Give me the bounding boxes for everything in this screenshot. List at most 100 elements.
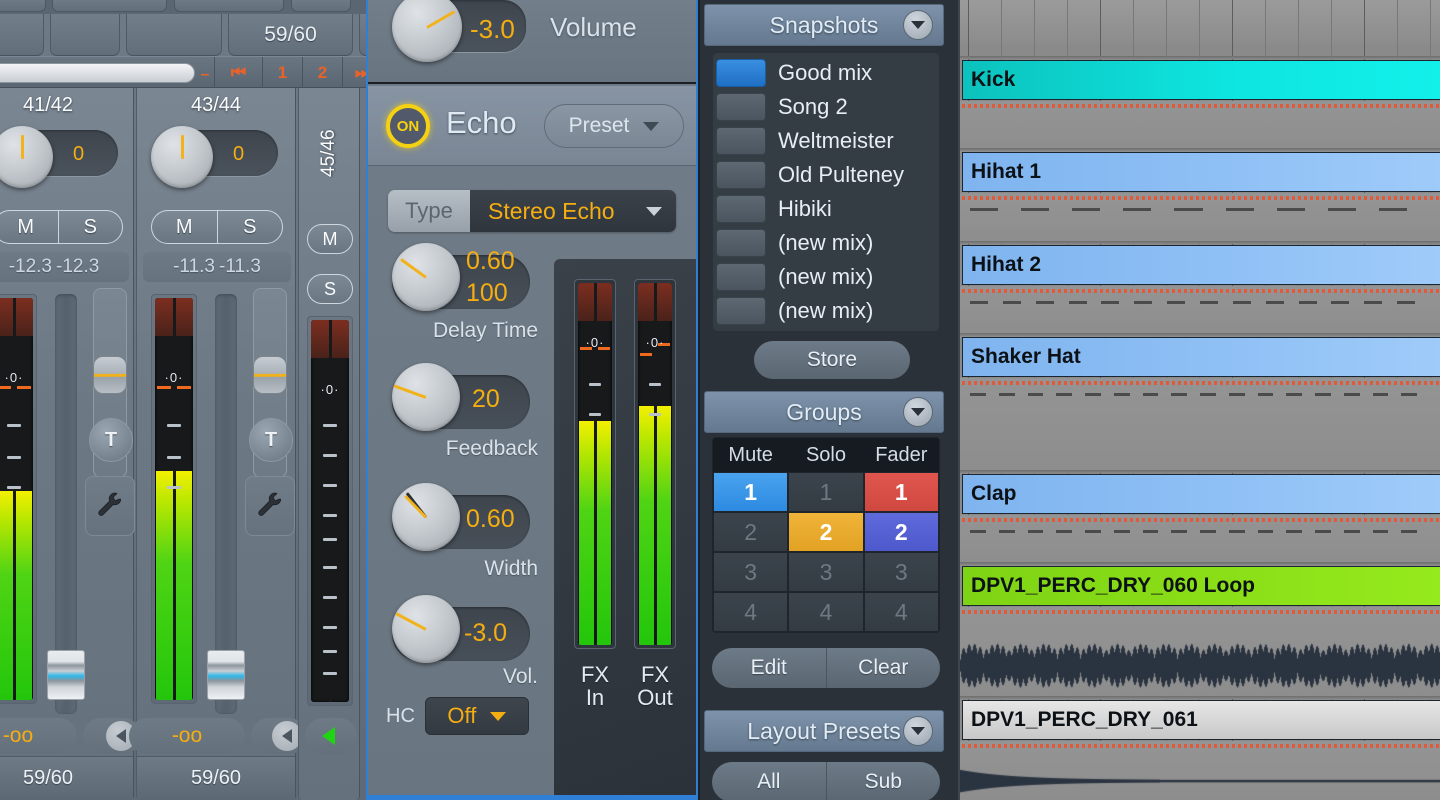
solo-button[interactable]: S (307, 274, 353, 304)
list-item[interactable]: (new mix) (716, 294, 936, 328)
snapshot-switch[interactable] (716, 263, 766, 291)
mixer-top-button[interactable] (52, 0, 167, 12)
edit-button[interactable]: Edit (712, 648, 826, 688)
list-item[interactable]: Weltmeister (716, 124, 936, 158)
strip-mute-solo[interactable]: M S (151, 210, 283, 244)
mixer-io-cell[interactable] (0, 14, 44, 56)
clear-button[interactable]: Clear (826, 648, 941, 688)
snapshots-header[interactable]: Snapshots (704, 4, 944, 46)
playlist-track[interactable]: DPV1_PERC_DRY_061 (960, 700, 1440, 800)
list-item[interactable]: Good mix (716, 56, 936, 90)
snapshot-switch[interactable] (716, 229, 766, 257)
group-solo-1[interactable]: 1 (788, 472, 863, 512)
width-knob[interactable] (392, 483, 460, 551)
group-mute-2[interactable]: 2 (713, 512, 788, 552)
group-mute-1[interactable]: 1 (713, 472, 788, 512)
tool-t-button[interactable]: T (249, 418, 293, 462)
mixer-top-button[interactable] (291, 0, 351, 12)
mixer-strip-43-44[interactable]: 43/44 0 M S -11.3 -11.3 (136, 88, 296, 800)
strip-db-readout[interactable]: -11.3 -11.3 (143, 252, 291, 282)
volume-knob[interactable] (392, 0, 462, 62)
group-solo-3[interactable]: 3 (788, 552, 863, 592)
snapshot-switch[interactable] (716, 195, 766, 223)
playlist-panel[interactable]: Kick Hihat 1 Hihat 2 Shaker Hat Clap DPV1_PER… (960, 0, 1440, 800)
group-solo-4[interactable]: 4 (788, 592, 863, 632)
group-fader-2[interactable]: 2 (864, 512, 939, 552)
groups-header[interactable]: Groups (704, 391, 944, 433)
layout-presets-header[interactable]: Layout Presets (704, 710, 944, 752)
strip-mute-solo[interactable]: M S (0, 210, 123, 244)
list-item[interactable]: Old Pulteney (716, 158, 936, 192)
type-selector[interactable]: Type Stereo Echo (388, 190, 676, 232)
fader-db-readout[interactable]: -oo (129, 718, 245, 754)
chevron-down-icon[interactable] (903, 716, 933, 746)
playlist-clip[interactable]: Kick (962, 60, 1440, 100)
store-button[interactable]: Store (754, 341, 910, 379)
snapshot-switch[interactable] (716, 93, 766, 121)
mixer-strip-41-42[interactable]: 41/42 0 M S -12.3 -12.3 (0, 88, 134, 800)
playlist-track[interactable]: Clap (960, 474, 1440, 566)
mixer-io-cell-59-60[interactable]: 59/60 (228, 14, 353, 56)
plugin-wrench-button[interactable] (85, 476, 135, 536)
group-fader-3[interactable]: 3 (864, 552, 939, 592)
mixer-io-cell[interactable] (126, 14, 222, 56)
playlist-track[interactable]: DPV1_PERC_DRY_060 Loop (960, 566, 1440, 698)
all-button[interactable]: All (712, 762, 826, 800)
playlist-track[interactable]: Kick (960, 60, 1440, 156)
list-item[interactable]: Hibiki (716, 192, 936, 226)
hc-select[interactable]: Off (425, 697, 529, 735)
transport-marker-2[interactable]: 2 (302, 57, 342, 89)
mixer-top-button[interactable] (174, 0, 284, 12)
feedback-knob[interactable] (392, 363, 460, 431)
master-slider[interactable] (0, 63, 195, 83)
list-item[interactable]: (new mix) (716, 260, 936, 294)
tool-t-button[interactable]: T (89, 418, 133, 462)
chevron-down-icon[interactable] (903, 10, 933, 40)
playlist-clip[interactable]: DPV1_PERC_DRY_060 Loop (962, 566, 1440, 606)
playlist-clip[interactable]: Hihat 1 (962, 152, 1440, 192)
strip-pan-handle[interactable] (253, 356, 287, 394)
strip-pan-handle[interactable] (93, 356, 127, 394)
group-fader-1[interactable]: 1 (864, 472, 939, 512)
pan-knob[interactable] (0, 126, 53, 188)
snapshot-switch[interactable] (716, 297, 766, 325)
strip-route-arrow-active[interactable] (305, 718, 357, 754)
mute-button[interactable]: M (0, 211, 58, 243)
plugin-wrench-button[interactable] (245, 476, 295, 536)
power-on-badge[interactable]: ON (386, 104, 430, 148)
preset-button[interactable]: Preset (544, 104, 684, 148)
snapshot-switch[interactable] (716, 127, 766, 155)
fader-db-readout[interactable]: -oo (0, 718, 77, 754)
group-mute-3[interactable]: 3 (713, 552, 788, 592)
group-mute-4[interactable]: 4 (713, 592, 788, 632)
volume-fader-handle[interactable] (47, 650, 85, 700)
list-item[interactable]: (new mix) (716, 226, 936, 260)
list-item[interactable]: Song 2 (716, 90, 936, 124)
playlist-track[interactable]: Shaker Hat (960, 337, 1440, 473)
mixer-top-button[interactable] (0, 0, 46, 12)
mixer-io-cell[interactable] (50, 14, 120, 56)
playlist-clip[interactable]: Clap (962, 474, 1440, 514)
mixer-strip-45-46[interactable]: 45/46 M S ·0· (298, 88, 360, 800)
strip-route-label[interactable]: 59/60 (0, 756, 133, 800)
type-value-box[interactable]: Stereo Echo (470, 190, 676, 232)
chevron-down-icon[interactable] (903, 397, 933, 427)
pan-knob[interactable] (151, 126, 213, 188)
plugin-vol-knob[interactable] (392, 595, 460, 663)
mute-button[interactable]: M (307, 224, 353, 254)
mute-button[interactable]: M (152, 211, 217, 243)
strip-db-readout[interactable]: -12.3 -12.3 (0, 252, 129, 282)
solo-button[interactable]: S (217, 211, 283, 243)
volume-fader-handle[interactable] (207, 650, 245, 700)
transport-marker-1[interactable]: 1 (262, 57, 302, 89)
playlist-clip[interactable]: Hihat 2 (962, 245, 1440, 285)
playlist-track[interactable]: Hihat 2 (960, 245, 1440, 337)
transport-rewind-icon[interactable]: ⏮ (214, 57, 262, 89)
snapshot-switch[interactable] (716, 161, 766, 189)
playlist-clip[interactable]: DPV1_PERC_DRY_061 (962, 700, 1440, 740)
playlist-clip[interactable]: Shaker Hat (962, 337, 1440, 377)
delay-time-knob[interactable] (392, 243, 460, 311)
strip-route-label[interactable]: 59/60 (137, 756, 295, 800)
snapshot-switch[interactable] (716, 59, 766, 87)
group-fader-4[interactable]: 4 (864, 592, 939, 632)
